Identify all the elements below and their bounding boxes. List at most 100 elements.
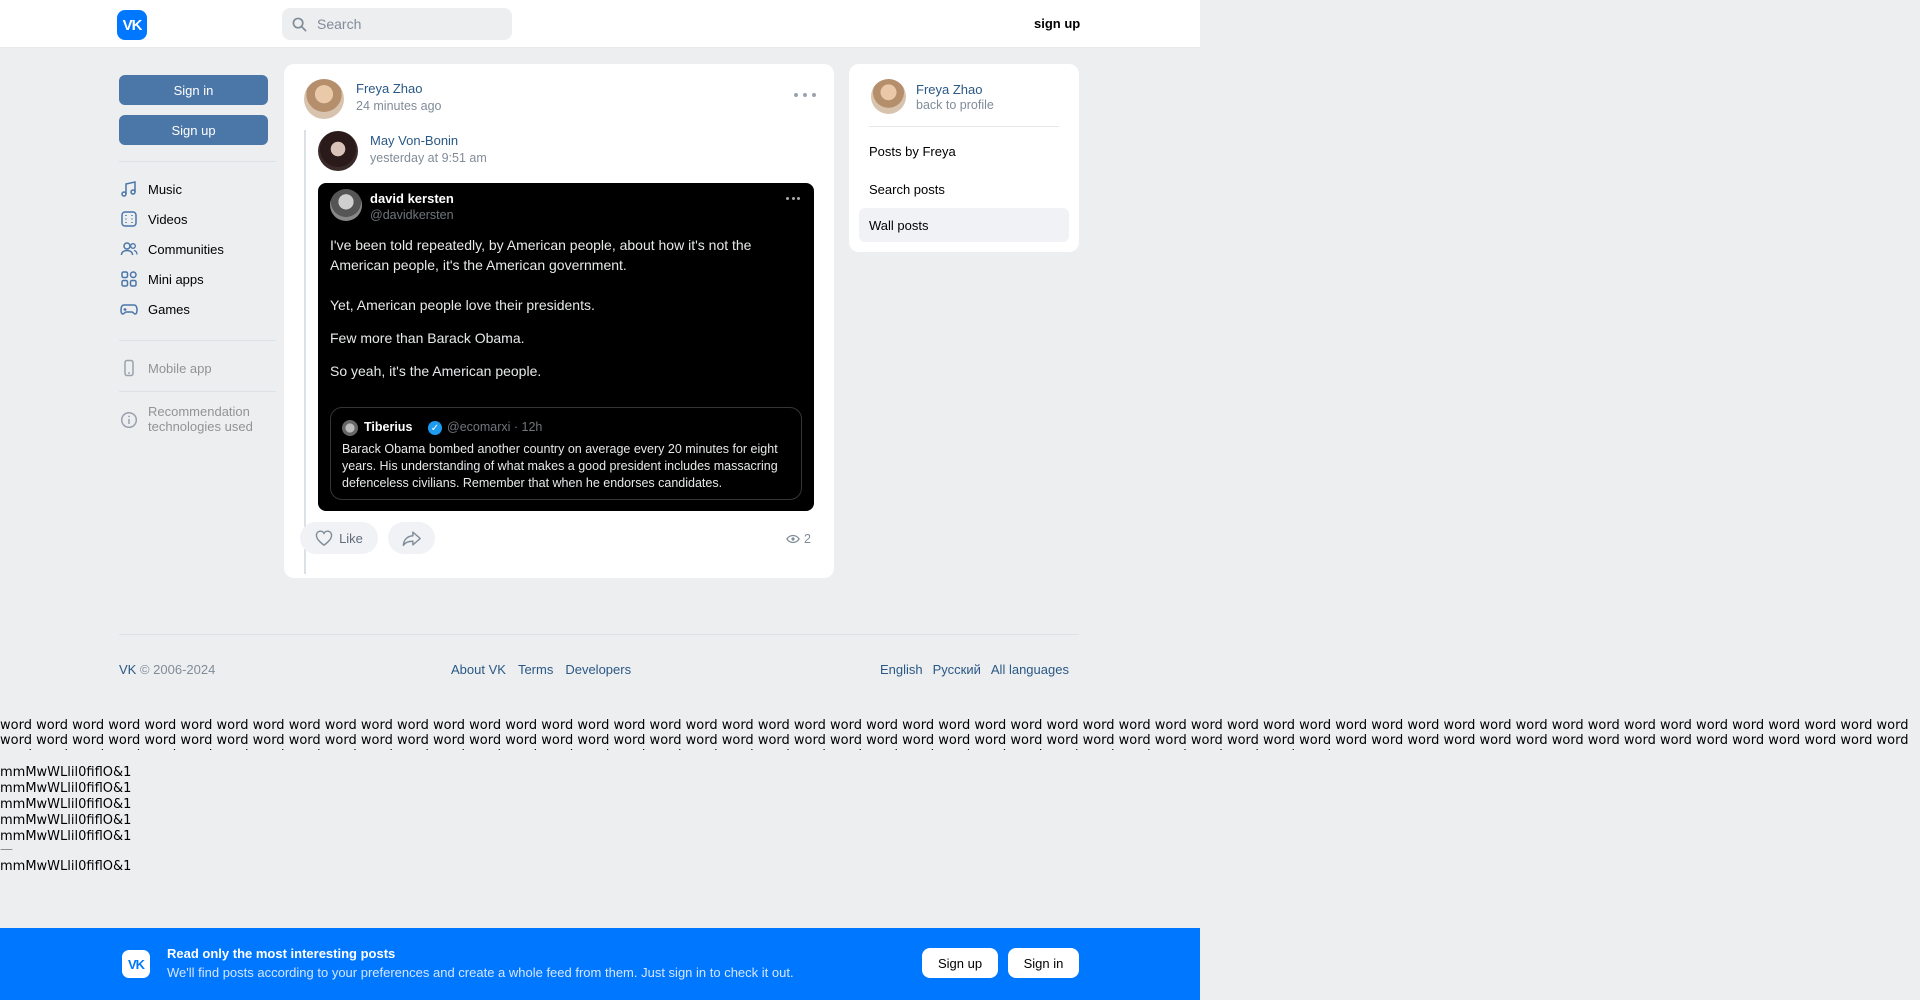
share-button[interactable] (388, 522, 435, 554)
language-links: English Русский All languages (880, 662, 1069, 677)
language-english[interactable]: English (880, 662, 923, 677)
more-options-icon[interactable] (794, 86, 816, 104)
recommendation-label-line1: Recommendation (148, 404, 250, 419)
info-icon (119, 410, 139, 430)
copyright: VK © 2006-2024 (119, 662, 215, 677)
menu-item-wall-posts[interactable]: Wall posts (859, 208, 1069, 242)
vk-logo: VK (122, 950, 150, 978)
banner-sign-in-button[interactable]: Sign in (1008, 948, 1079, 978)
menu-item-search-posts[interactable]: Search posts (859, 172, 1069, 206)
repost-time[interactable]: yesterday at 9:51 am (370, 151, 487, 165)
quoted-tweet-avatar (342, 420, 358, 436)
quoted-tweet: Tiberius ✓ @ecomarxi · 12h Barack Obama … (330, 407, 802, 500)
quoted-tweet-meta: @ecomarxi · 12h (447, 420, 543, 434)
communities-icon (119, 239, 139, 259)
repost-author-avatar[interactable] (318, 131, 358, 171)
vk-home-link[interactable]: VK (119, 662, 136, 677)
footer-links: About VK Terms Developers (451, 662, 631, 677)
sidebar-item-label: Mini apps (148, 271, 204, 287)
author-avatar[interactable] (304, 79, 344, 119)
banner-sign-up-button[interactable]: Sign up (922, 948, 998, 978)
like-button[interactable]: Like (300, 522, 378, 554)
mobile-phone-icon (119, 358, 139, 378)
sign-up-link[interactable]: sign up (1034, 16, 1080, 31)
divider (869, 126, 1059, 127)
post-image-tweet-screenshot[interactable]: david kersten @davidkersten I've been to… (318, 183, 814, 511)
divider (119, 391, 276, 392)
sidebar-item-videos[interactable]: Videos (119, 204, 276, 234)
footer-divider (119, 634, 1079, 635)
glyph-line: mmMwWLlil0fiflO&1 (0, 781, 132, 796)
sidebar-item-label: Music (148, 181, 182, 197)
profile-avatar[interactable] (871, 79, 906, 114)
recommendation-label-line2: technologies used (148, 419, 253, 434)
verified-badge-icon: ✓ (428, 421, 442, 435)
tweet-paragraph: So yeah, it's the American people. (330, 363, 542, 379)
repost-indent-line (304, 130, 306, 574)
sidebar-item-games[interactable]: Games (119, 294, 276, 324)
glyph-line: mmMwWLlil0fiflO&1 (0, 859, 132, 874)
footer-link-about[interactable]: About VK (451, 662, 506, 677)
footer-link-developers[interactable]: Developers (565, 662, 631, 677)
banner-title: Read only the most interesting posts (167, 946, 396, 961)
tweet-paragraph: Yet, American people love their presiden… (330, 297, 595, 313)
search-input[interactable] (315, 15, 499, 33)
signup-banner: VK Read only the most interesting posts … (0, 928, 1200, 1000)
games-icon (119, 299, 139, 319)
glyph-dash: — (0, 842, 13, 857)
sign-up-button[interactable]: Sign up (119, 115, 268, 145)
share-icon (402, 530, 421, 546)
heart-icon (315, 530, 333, 546)
language-russian[interactable]: Русский (933, 662, 981, 677)
profile-name-link[interactable]: Freya Zhao (916, 82, 982, 97)
sidebar-item-mini-apps[interactable]: Mini apps (119, 264, 276, 294)
quoted-tweet-author: Tiberius (364, 420, 413, 434)
language-all[interactable]: All languages (991, 662, 1069, 677)
sidebar-item-label: Games (148, 301, 190, 317)
glyph-line: mmMwWLlil0fiflO&1 (0, 813, 132, 828)
quoted-tweet-text: Barack Obama bombed another country on a… (342, 442, 778, 490)
banner-subtitle: We'll find posts according to your prefe… (167, 965, 794, 980)
divider (119, 340, 276, 341)
sidebar-item-label: Videos (148, 211, 188, 227)
tweet-avatar (330, 189, 362, 221)
like-label: Like (339, 530, 363, 546)
sign-in-button[interactable]: Sign in (119, 75, 268, 105)
sidebar-item-music[interactable]: Music (119, 174, 276, 204)
search-icon (292, 17, 307, 31)
top-bar: VK sign up (0, 0, 1200, 48)
font-test-glyphs: mmMwWLlil0fiflO&1 mmMwWLlil0fiflO&1 mmMw… (0, 765, 131, 875)
post-time[interactable]: 24 minutes ago (356, 99, 441, 113)
copyright-years: © 2006-2024 (136, 662, 216, 677)
menu-item-posts-by-freya[interactable]: Posts by Freya (859, 134, 1069, 168)
glyph-line: mmMwWLlil0fiflO&1 (0, 765, 132, 780)
sidebar-item-mobile-app[interactable]: Mobile app (119, 353, 276, 383)
tweet-paragraph: I've been told repeatedly, by American p… (330, 237, 752, 273)
footer-link-terms[interactable]: Terms (518, 662, 553, 677)
search-box[interactable] (282, 8, 512, 40)
repost-author-link[interactable]: May Von-Bonin (370, 133, 458, 148)
views-count: 2 (786, 532, 811, 546)
tweet-more-icon (786, 197, 800, 201)
tweet-author-name: david kersten (370, 191, 454, 206)
glyph-line: mmMwWLlil0fiflO&1 (0, 829, 132, 844)
glyph-line: mmMwWLlil0fiflO&1 (0, 797, 132, 812)
back-to-profile-link[interactable]: back to profile (916, 98, 994, 112)
post-card: Freya Zhao 24 minutes ago May Von-Bonin … (284, 64, 834, 578)
views-value: 2 (804, 532, 811, 546)
sidebar-item-communities[interactable]: Communities (119, 234, 276, 264)
tweet-author-handle: @davidkersten (370, 208, 454, 222)
font-test-words: word word word word word word word word … (0, 718, 1909, 750)
mini-apps-icon (119, 269, 139, 289)
eye-icon (786, 534, 800, 544)
tweet-paragraph: Few more than Barack Obama. (330, 330, 525, 346)
sidebar-item-label: Mobile app (148, 360, 212, 376)
sidebar-item-recommendation[interactable]: Recommendation technologies used (119, 404, 276, 440)
vk-logo[interactable]: VK (117, 10, 147, 40)
tweet-text: I've been told repeatedly, by American p… (330, 235, 802, 401)
divider (119, 161, 276, 162)
video-icon (119, 209, 139, 229)
music-icon (119, 179, 139, 199)
right-menu: Freya Zhao back to profile Posts by Frey… (849, 64, 1079, 252)
post-author-link[interactable]: Freya Zhao (356, 81, 422, 96)
